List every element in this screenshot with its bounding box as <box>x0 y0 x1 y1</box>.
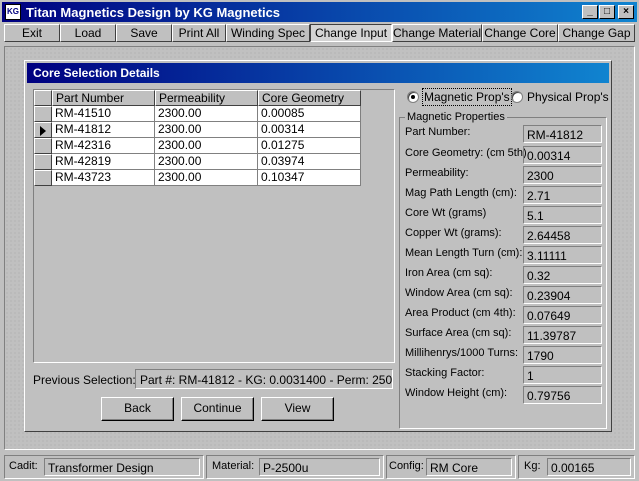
menu-change-material-button[interactable]: Change Material <box>392 24 482 42</box>
status-config-value: RM Core <box>426 458 512 476</box>
prop-value-permeability: 2300 <box>523 166 602 184</box>
status-bar: Cadit: Transformer Design Material: P-25… <box>2 454 637 479</box>
menu-change-core-button[interactable]: Change Core <box>482 24 558 42</box>
dialog-title: Core Selection Details <box>27 63 609 83</box>
current-row-pointer-icon <box>40 126 46 136</box>
prop-label-mean-length-turn: Mean Length Turn (cm): <box>405 247 523 259</box>
magnetic-properties-title: Magnetic Properties <box>405 111 507 123</box>
status-material-value: P-2500u <box>259 458 380 476</box>
column-header-core-geometry[interactable]: Core Geometry <box>258 90 361 106</box>
menu-exit-button[interactable]: Exit <box>4 24 60 42</box>
row-selector[interactable] <box>34 170 52 186</box>
prop-label-window-area: Window Area (cm sq): <box>405 287 513 299</box>
row-selector[interactable] <box>34 154 52 170</box>
prop-value-mag-path-length: 2.71 <box>523 186 602 204</box>
prop-label-millihenrys: Millihenrys/1000 Turns: <box>405 347 519 359</box>
prop-label-window-height: Window Height (cm): <box>405 387 508 399</box>
menu-bar: Exit Load Save Print All Winding Spec Ch… <box>2 23 637 43</box>
minimize-button[interactable]: _ <box>582 5 598 19</box>
continue-button[interactable]: Continue <box>181 397 254 421</box>
cell-core-geometry[interactable]: 0.00085 <box>258 106 361 122</box>
core-selection-dialog: Core Selection Details Part Number Perme… <box>24 60 612 432</box>
prop-value-part-number: RM-41812 <box>523 125 602 143</box>
status-kg-label: Kg: <box>524 460 541 472</box>
prop-value-window-area: 0.23904 <box>523 286 602 304</box>
prop-value-copper-weight: 2.64458 <box>523 226 602 244</box>
prop-value-mean-length-turn: 3.11111 <box>523 246 602 264</box>
menu-change-gap-button[interactable]: Change Gap <box>558 24 635 42</box>
menu-save-button[interactable]: Save <box>116 24 172 42</box>
status-cadit-value: Transformer Design <box>44 458 200 476</box>
cell-part-number[interactable]: RM-41812 <box>52 122 155 138</box>
prop-value-millihenrys: 1790 <box>523 346 602 364</box>
prop-label-part-number: Part Number: <box>405 126 471 138</box>
column-header-permeability[interactable]: Permeability <box>155 90 258 106</box>
cell-part-number[interactable]: RM-42316 <box>52 138 155 154</box>
prop-value-surface-area: 11.39787 <box>523 326 602 344</box>
row-selector[interactable] <box>34 138 52 154</box>
status-material-label: Material: <box>212 460 255 472</box>
physical-props-radio[interactable]: Physical Prop's <box>511 89 609 105</box>
maximize-button[interactable]: □ <box>599 5 615 19</box>
column-header-part-number[interactable]: Part Number <box>52 90 155 106</box>
cell-part-number[interactable]: RM-41510 <box>52 106 155 122</box>
cell-core-geometry[interactable]: 0.10347 <box>258 170 361 186</box>
physical-props-label[interactable]: Physical Prop's <box>527 89 609 105</box>
core-grid[interactable]: Part Number Permeability Core Geometry R… <box>33 89 395 363</box>
prop-label-stacking-factor: Stacking Factor: <box>405 367 485 379</box>
prop-label-core-weight: Core Wt (grams) <box>405 207 487 219</box>
cell-permeability[interactable]: 2300.00 <box>155 106 258 122</box>
previous-selection-value: Part #: RM-41812 - KG: 0.0031400 - Perm:… <box>135 369 393 389</box>
status-cadit-label: Cadit: <box>9 460 38 472</box>
menu-winding-spec-button[interactable]: Winding Spec <box>226 24 310 42</box>
prop-value-iron-area: 0.32 <box>523 266 602 284</box>
prop-label-surface-area: Surface Area (cm sq): <box>405 327 512 339</box>
menu-load-button[interactable]: Load <box>60 24 116 42</box>
previous-selection-label: Previous Selection: <box>33 373 136 387</box>
cell-core-geometry[interactable]: 0.00314 <box>258 122 361 138</box>
prop-label-copper-weight: Copper Wt (grams): <box>405 227 502 239</box>
magnetic-props-label[interactable]: Magnetic Prop's <box>422 88 512 106</box>
row-selector[interactable] <box>34 106 52 122</box>
prop-label-permeability: Permeability: <box>405 167 469 179</box>
app-icon[interactable]: KG <box>5 4 21 20</box>
prop-value-core-weight: 5.1 <box>523 206 602 224</box>
prop-label-mag-path-length: Mag Path Length (cm): <box>405 187 517 199</box>
prop-value-area-product: 0.07649 <box>523 306 602 324</box>
magnetic-props-radio[interactable]: Magnetic Prop's <box>407 88 512 106</box>
cell-part-number[interactable]: RM-42819 <box>52 154 155 170</box>
prop-value-stacking-factor: 1 <box>523 366 602 384</box>
status-config-label: Config: <box>389 460 424 472</box>
window-title: Titan Magnetics Design by KG Magnetics <box>26 5 281 20</box>
row-selector[interactable] <box>34 122 52 138</box>
view-button[interactable]: View <box>261 397 334 421</box>
grid-corner-cell <box>34 90 52 106</box>
cell-permeability[interactable]: 2300.00 <box>155 122 258 138</box>
title-bar[interactable]: KG Titan Magnetics Design by KG Magnetic… <box>2 2 637 22</box>
back-button[interactable]: Back <box>101 397 174 421</box>
radio-unchecked-icon[interactable] <box>511 91 523 103</box>
prop-label-core-geometry: Core Geometry: (cm 5th) <box>405 147 527 159</box>
radio-checked-icon[interactable] <box>407 91 419 103</box>
cell-core-geometry[interactable]: 0.01275 <box>258 138 361 154</box>
cell-part-number[interactable]: RM-43723 <box>52 170 155 186</box>
cell-permeability[interactable]: 2300.00 <box>155 154 258 170</box>
prop-label-iron-area: Iron Area (cm sq): <box>405 267 493 279</box>
menu-change-input-button[interactable]: Change Input <box>310 24 392 42</box>
menu-print-all-button[interactable]: Print All <box>172 24 226 42</box>
cell-core-geometry[interactable]: 0.03974 <box>258 154 361 170</box>
prop-value-core-geometry: 0.00314 <box>523 146 602 164</box>
cell-permeability[interactable]: 2300.00 <box>155 138 258 154</box>
status-kg-value: 0.00165 <box>547 458 631 476</box>
cell-permeability[interactable]: 2300.00 <box>155 170 258 186</box>
prop-value-window-height: 0.79756 <box>523 386 602 404</box>
prop-label-area-product: Area Product (cm 4th): <box>405 307 516 319</box>
close-button[interactable]: × <box>618 5 634 19</box>
